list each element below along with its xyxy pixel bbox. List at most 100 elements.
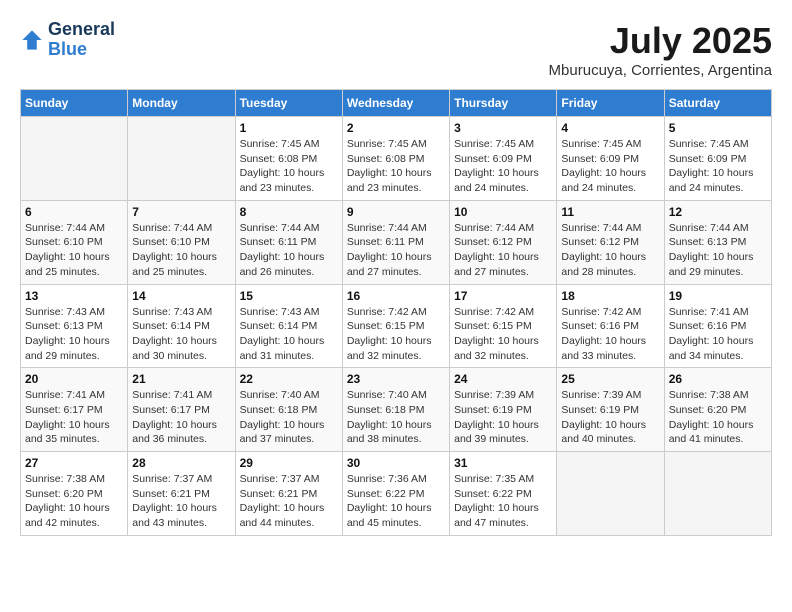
day-info: Sunrise: 7:38 AM Sunset: 6:20 PM Dayligh… xyxy=(669,388,767,447)
calendar-cell: 4 Sunrise: 7:45 AM Sunset: 6:09 PM Daylig… xyxy=(557,117,664,201)
day-info: Sunrise: 7:38 AM Sunset: 6:20 PM Dayligh… xyxy=(25,472,123,531)
day-number: 9 xyxy=(347,205,445,219)
logo-icon xyxy=(20,28,44,52)
day-number: 14 xyxy=(132,289,230,303)
day-number: 28 xyxy=(132,456,230,470)
day-info: Sunrise: 7:43 AM Sunset: 6:14 PM Dayligh… xyxy=(132,305,230,364)
day-number: 30 xyxy=(347,456,445,470)
calendar-cell: 7 Sunrise: 7:44 AM Sunset: 6:10 PM Daylig… xyxy=(128,200,235,284)
day-number: 25 xyxy=(561,372,659,386)
calendar-cell: 21 Sunrise: 7:41 AM Sunset: 6:17 PM Dayli… xyxy=(128,368,235,452)
week-row-5: 27 Sunrise: 7:38 AM Sunset: 6:20 PM Dayli… xyxy=(21,452,772,536)
calendar-cell xyxy=(664,452,771,536)
day-number: 4 xyxy=(561,121,659,135)
header: General Blue July 2025 Mburucuya, Corrie… xyxy=(20,20,772,79)
day-number: 2 xyxy=(347,121,445,135)
week-row-1: 1 Sunrise: 7:45 AM Sunset: 6:08 PM Daylig… xyxy=(21,117,772,201)
calendar-cell: 12 Sunrise: 7:44 AM Sunset: 6:13 PM Dayli… xyxy=(664,200,771,284)
calendar-cell: 26 Sunrise: 7:38 AM Sunset: 6:20 PM Dayli… xyxy=(664,368,771,452)
day-number: 17 xyxy=(454,289,552,303)
day-info: Sunrise: 7:37 AM Sunset: 6:21 PM Dayligh… xyxy=(240,472,338,531)
day-info: Sunrise: 7:39 AM Sunset: 6:19 PM Dayligh… xyxy=(561,388,659,447)
day-info: Sunrise: 7:44 AM Sunset: 6:12 PM Dayligh… xyxy=(454,221,552,280)
calendar-cell: 10 Sunrise: 7:44 AM Sunset: 6:12 PM Dayli… xyxy=(450,200,557,284)
day-number: 21 xyxy=(132,372,230,386)
calendar-cell: 2 Sunrise: 7:45 AM Sunset: 6:08 PM Daylig… xyxy=(342,117,449,201)
day-info: Sunrise: 7:41 AM Sunset: 6:16 PM Dayligh… xyxy=(669,305,767,364)
day-number: 26 xyxy=(669,372,767,386)
week-row-3: 13 Sunrise: 7:43 AM Sunset: 6:13 PM Dayli… xyxy=(21,284,772,368)
day-info: Sunrise: 7:44 AM Sunset: 6:13 PM Dayligh… xyxy=(669,221,767,280)
calendar-cell: 14 Sunrise: 7:43 AM Sunset: 6:14 PM Dayli… xyxy=(128,284,235,368)
day-number: 5 xyxy=(669,121,767,135)
calendar-cell: 25 Sunrise: 7:39 AM Sunset: 6:19 PM Dayli… xyxy=(557,368,664,452)
calendar-cell: 27 Sunrise: 7:38 AM Sunset: 6:20 PM Dayli… xyxy=(21,452,128,536)
day-number: 13 xyxy=(25,289,123,303)
day-info: Sunrise: 7:45 AM Sunset: 6:08 PM Dayligh… xyxy=(240,137,338,196)
day-info: Sunrise: 7:44 AM Sunset: 6:10 PM Dayligh… xyxy=(132,221,230,280)
calendar-cell: 31 Sunrise: 7:35 AM Sunset: 6:22 PM Dayli… xyxy=(450,452,557,536)
calendar-cell: 5Sunrise: 7:45 AM Sunset: 6:09 PM Daylig… xyxy=(664,117,771,201)
day-number: 8 xyxy=(240,205,338,219)
day-number: 27 xyxy=(25,456,123,470)
day-number: 19 xyxy=(669,289,767,303)
week-row-2: 6 Sunrise: 7:44 AM Sunset: 6:10 PM Daylig… xyxy=(21,200,772,284)
month-title: July 2025 xyxy=(549,20,772,62)
day-info: Sunrise: 7:41 AM Sunset: 6:17 PM Dayligh… xyxy=(132,388,230,447)
calendar-cell: 18Sunrise: 7:42 AM Sunset: 6:16 PM Dayli… xyxy=(557,284,664,368)
day-number: 7 xyxy=(132,205,230,219)
calendar-cell: 20Sunrise: 7:41 AM Sunset: 6:17 PM Dayli… xyxy=(21,368,128,452)
day-info: Sunrise: 7:45 AM Sunset: 6:09 PM Dayligh… xyxy=(454,137,552,196)
calendar-cell xyxy=(128,117,235,201)
calendar-cell xyxy=(21,117,128,201)
day-info: Sunrise: 7:45 AM Sunset: 6:08 PM Dayligh… xyxy=(347,137,445,196)
calendar-cell: 30 Sunrise: 7:36 AM Sunset: 6:22 PM Dayli… xyxy=(342,452,449,536)
calendar-cell: 11Sunrise: 7:44 AM Sunset: 6:12 PM Dayli… xyxy=(557,200,664,284)
day-number: 12 xyxy=(669,205,767,219)
calendar-cell: 23Sunrise: 7:40 AM Sunset: 6:18 PM Dayli… xyxy=(342,368,449,452)
weekday-header-thursday: Thursday xyxy=(450,90,557,117)
day-info: Sunrise: 7:37 AM Sunset: 6:21 PM Dayligh… xyxy=(132,472,230,531)
day-info: Sunrise: 7:36 AM Sunset: 6:22 PM Dayligh… xyxy=(347,472,445,531)
weekday-header-row: SundayMondayTuesdayWednesdayThursdayFrid… xyxy=(21,90,772,117)
day-info: Sunrise: 7:41 AM Sunset: 6:17 PM Dayligh… xyxy=(25,388,123,447)
title-area: July 2025 Mburucuya, Corrientes, Argenti… xyxy=(549,20,772,79)
day-number: 6 xyxy=(25,205,123,219)
calendar-cell: 13 Sunrise: 7:43 AM Sunset: 6:13 PM Dayli… xyxy=(21,284,128,368)
day-number: 18 xyxy=(561,289,659,303)
day-info: Sunrise: 7:39 AM Sunset: 6:19 PM Dayligh… xyxy=(454,388,552,447)
calendar-cell: 28 Sunrise: 7:37 AM Sunset: 6:21 PM Dayli… xyxy=(128,452,235,536)
weekday-header-tuesday: Tuesday xyxy=(235,90,342,117)
day-number: 10 xyxy=(454,205,552,219)
day-info: Sunrise: 7:43 AM Sunset: 6:14 PM Dayligh… xyxy=(240,305,338,364)
day-info: Sunrise: 7:35 AM Sunset: 6:22 PM Dayligh… xyxy=(454,472,552,531)
weekday-header-monday: Monday xyxy=(128,90,235,117)
calendar-cell: 19 Sunrise: 7:41 AM Sunset: 6:16 PM Dayli… xyxy=(664,284,771,368)
calendar-cell: 8Sunrise: 7:44 AM Sunset: 6:11 PM Daylig… xyxy=(235,200,342,284)
week-row-4: 20Sunrise: 7:41 AM Sunset: 6:17 PM Dayli… xyxy=(21,368,772,452)
day-info: Sunrise: 7:40 AM Sunset: 6:18 PM Dayligh… xyxy=(347,388,445,447)
day-number: 22 xyxy=(240,372,338,386)
logo: General Blue xyxy=(20,20,115,60)
day-info: Sunrise: 7:45 AM Sunset: 6:09 PM Dayligh… xyxy=(561,137,659,196)
day-number: 15 xyxy=(240,289,338,303)
calendar-table: SundayMondayTuesdayWednesdayThursdayFrid… xyxy=(20,89,772,536)
day-info: Sunrise: 7:42 AM Sunset: 6:15 PM Dayligh… xyxy=(454,305,552,364)
day-number: 3 xyxy=(454,121,552,135)
calendar-cell: 6Sunrise: 7:44 AM Sunset: 6:10 PM Daylig… xyxy=(21,200,128,284)
calendar-cell: 24 Sunrise: 7:39 AM Sunset: 6:19 PM Dayli… xyxy=(450,368,557,452)
location-subtitle: Mburucuya, Corrientes, Argentina xyxy=(549,62,772,79)
calendar-cell: 22 Sunrise: 7:40 AM Sunset: 6:18 PM Dayli… xyxy=(235,368,342,452)
day-number: 1 xyxy=(240,121,338,135)
day-info: Sunrise: 7:40 AM Sunset: 6:18 PM Dayligh… xyxy=(240,388,338,447)
calendar-cell xyxy=(557,452,664,536)
day-number: 31 xyxy=(454,456,552,470)
calendar-cell: 15 Sunrise: 7:43 AM Sunset: 6:14 PM Dayli… xyxy=(235,284,342,368)
calendar-cell: 17 Sunrise: 7:42 AM Sunset: 6:15 PM Dayli… xyxy=(450,284,557,368)
weekday-header-sunday: Sunday xyxy=(21,90,128,117)
logo-text: General Blue xyxy=(48,20,115,60)
day-info: Sunrise: 7:43 AM Sunset: 6:13 PM Dayligh… xyxy=(25,305,123,364)
day-number: 24 xyxy=(454,372,552,386)
weekday-header-saturday: Saturday xyxy=(664,90,771,117)
calendar-cell: 3 Sunrise: 7:45 AM Sunset: 6:09 PM Daylig… xyxy=(450,117,557,201)
